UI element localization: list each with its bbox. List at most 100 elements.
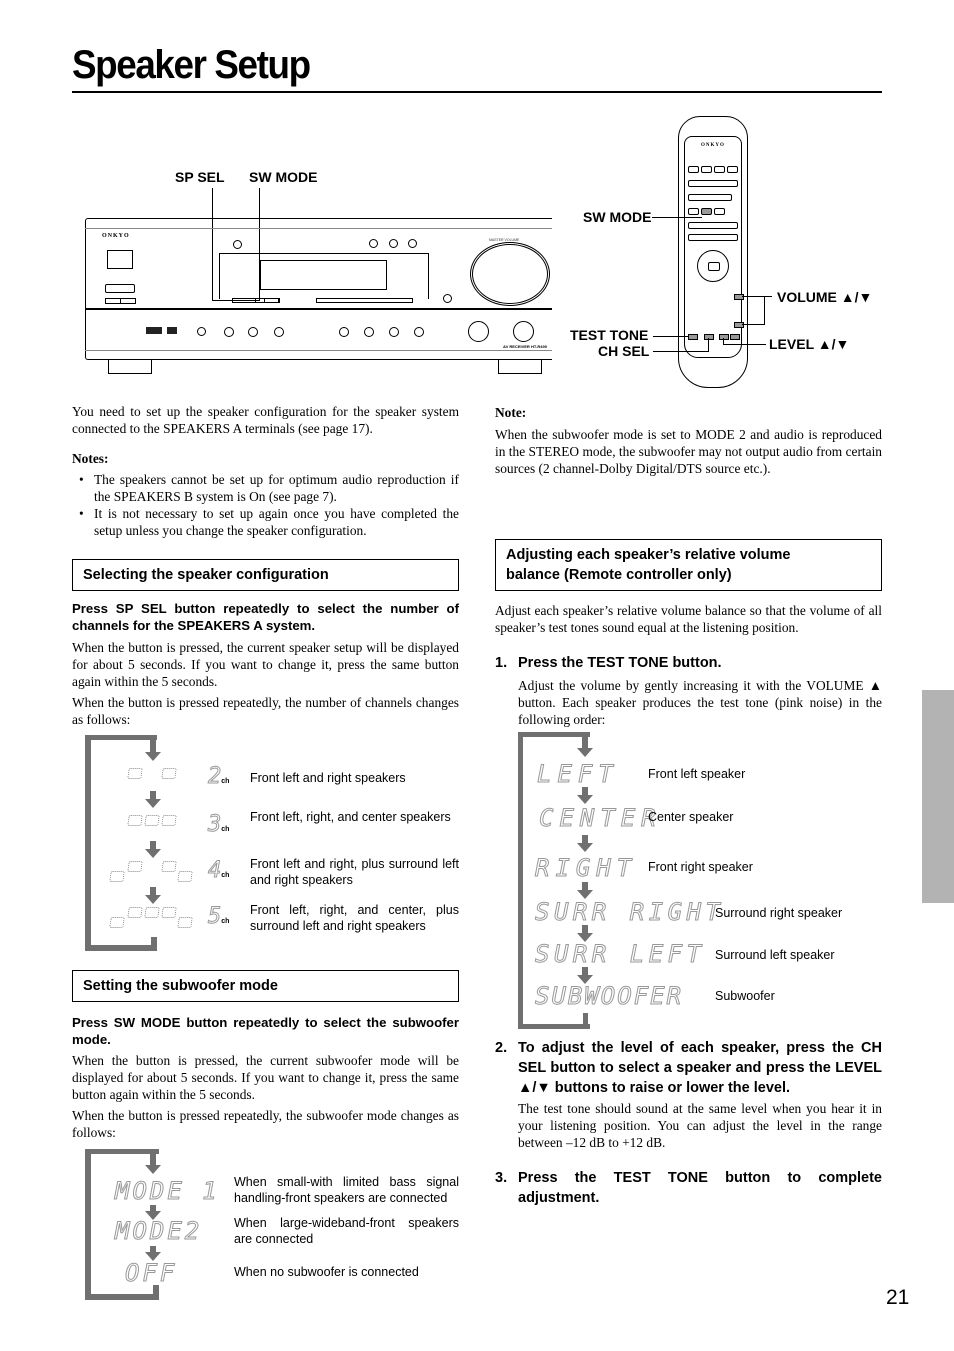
step-3-heading: 3. Press the TEST TONE button to complet… xyxy=(495,1168,882,1208)
speaker-icon xyxy=(127,815,143,826)
remote-button[interactable] xyxy=(688,166,699,173)
flow-arrow xyxy=(145,791,161,808)
section-heading-line-2: balance (Remote controller only) xyxy=(506,567,732,583)
input-button-am[interactable] xyxy=(364,327,374,337)
lcd-display-surr-right: SURR RIGHT xyxy=(535,898,725,927)
remote-level-up-button[interactable] xyxy=(730,334,740,340)
speaker-icon xyxy=(144,907,160,918)
remote-button[interactable] xyxy=(688,222,738,229)
dimmer-button[interactable] xyxy=(443,294,452,303)
speaker-icon xyxy=(161,815,177,826)
remote-volume-up-button[interactable] xyxy=(734,294,744,300)
channel-display-3ch: 3ch xyxy=(207,812,229,837)
flow-label: Subwoofer xyxy=(715,989,775,1003)
page-title: Speaker Setup xyxy=(72,43,311,87)
flow-label: Front left and right, plus surround left… xyxy=(250,857,459,887)
input-button-fm[interactable] xyxy=(339,327,349,337)
note-label: Note: xyxy=(495,405,527,420)
lcd-display-mode2: MODE2 xyxy=(114,1217,203,1246)
step-number: 3. xyxy=(495,1170,508,1186)
remote-sw-mode-button[interactable] xyxy=(701,208,712,215)
bass-knob[interactable] xyxy=(468,321,489,342)
listening-mode-button-3[interactable] xyxy=(408,239,417,248)
flow-arrow xyxy=(577,787,593,804)
flow-arrow xyxy=(145,887,161,904)
channel-unit: ch xyxy=(221,778,230,785)
remote-enter-button[interactable] xyxy=(708,262,720,271)
standby-button[interactable] xyxy=(107,250,133,269)
remote-callout-volume: VOLUME ▲/▼ xyxy=(777,289,873,305)
volume-balance-intro: Adjust each speaker’s relative volume ba… xyxy=(495,603,882,635)
remote-button[interactable] xyxy=(714,166,725,173)
remote-button-grid xyxy=(688,162,738,242)
flow-loop-end xyxy=(583,1013,588,1029)
remote-level-down-button[interactable] xyxy=(719,334,729,340)
listening-mode-button-2[interactable] xyxy=(389,239,398,248)
listening-mode-button-1[interactable] xyxy=(369,239,378,248)
speaker-icon xyxy=(161,768,177,779)
section-heading-subwoofer-mode: Setting the subwoofer mode xyxy=(72,970,459,1002)
input-button-video1[interactable] xyxy=(248,327,258,337)
intro-paragraph: You need to set up the speaker configura… xyxy=(72,404,459,436)
sp-sel-button[interactable] xyxy=(232,298,256,303)
lcd-display-left: LEFT xyxy=(537,760,619,789)
flow-label: Surround right speaker xyxy=(715,906,843,920)
speakers-a-button[interactable] xyxy=(105,298,121,304)
input-button-cd[interactable] xyxy=(414,327,424,337)
channel-count: 4 xyxy=(207,858,222,883)
note-item: It is not necessary to set up again once… xyxy=(72,505,459,539)
remote-leader-level-v xyxy=(723,338,724,344)
tuning-buttons[interactable] xyxy=(316,298,413,303)
lcd-display-surr-left: SURR LEFT xyxy=(535,940,706,969)
speaker-icon xyxy=(127,907,143,918)
test-tone-flow: LEFT CENTER RIGHT SURR RIGHT SURR LEFT S… xyxy=(515,730,885,1030)
speaker-config-flow: 2ch Front left and right speakers 3ch Fr… xyxy=(85,735,465,955)
master-volume-knob[interactable] xyxy=(470,242,550,306)
flow-arrow xyxy=(577,732,593,757)
remote-button[interactable] xyxy=(701,166,712,173)
model-number: HT-R490 xyxy=(530,344,547,349)
remote-leader-volume-h xyxy=(742,296,772,297)
remote-ch-sel-button[interactable] xyxy=(704,334,714,340)
remote-button[interactable] xyxy=(688,234,738,241)
display-button[interactable] xyxy=(233,240,242,249)
speaker-icon xyxy=(127,861,143,872)
flow-loop-end xyxy=(153,1285,159,1300)
input-button-tape[interactable] xyxy=(389,327,399,337)
speakers-b-button[interactable] xyxy=(120,298,136,304)
step-text: Press the TEST TONE button. xyxy=(518,655,722,671)
speaker-icon xyxy=(109,917,125,928)
flow-label: When large-wideband-front speakers are c… xyxy=(234,1216,459,1246)
receiver-foot-left xyxy=(108,360,152,374)
lcd-display-off: OFF xyxy=(124,1259,178,1288)
remote-button[interactable] xyxy=(688,208,699,215)
flow-label: Front left, right, and center speakers xyxy=(250,810,451,824)
remote-button[interactable] xyxy=(688,180,738,187)
remote-brand-logo: ONKYO xyxy=(701,143,725,148)
treble-knob[interactable] xyxy=(513,321,534,342)
dolby-logo xyxy=(146,327,162,334)
note-item: The speakers cannot be set up for optimu… xyxy=(72,471,459,505)
input-button-video2[interactable] xyxy=(274,327,284,337)
channel-count: 2 xyxy=(207,764,222,789)
remote-test-tone-button[interactable] xyxy=(688,334,698,340)
channel-display-5ch: 5ch xyxy=(207,904,229,929)
flow-arrow xyxy=(145,1151,161,1174)
remote-leader-ch-sel-v xyxy=(708,338,709,351)
remote-button[interactable] xyxy=(714,208,725,215)
flow-label: Front left speaker xyxy=(648,767,746,781)
flow-arrow xyxy=(577,882,593,899)
channel-display-4ch: 4ch xyxy=(207,858,230,883)
lcd-display-center: CENTER xyxy=(539,804,662,833)
remote-button[interactable] xyxy=(688,194,732,201)
power-button[interactable] xyxy=(105,284,135,293)
flow-arrow xyxy=(145,735,161,761)
step-1-body: Adjust the volume by gently increasing i… xyxy=(518,678,882,727)
input-button-dvd[interactable] xyxy=(224,327,234,337)
digital-input-button[interactable] xyxy=(264,298,280,303)
remote-volume-down-button[interactable] xyxy=(734,322,744,328)
channel-unit: ch xyxy=(221,872,230,879)
step-text: Press the TEST TONE button to complete a… xyxy=(518,1170,882,1206)
audio-selector-button[interactable] xyxy=(197,327,206,336)
remote-button[interactable] xyxy=(727,166,738,173)
